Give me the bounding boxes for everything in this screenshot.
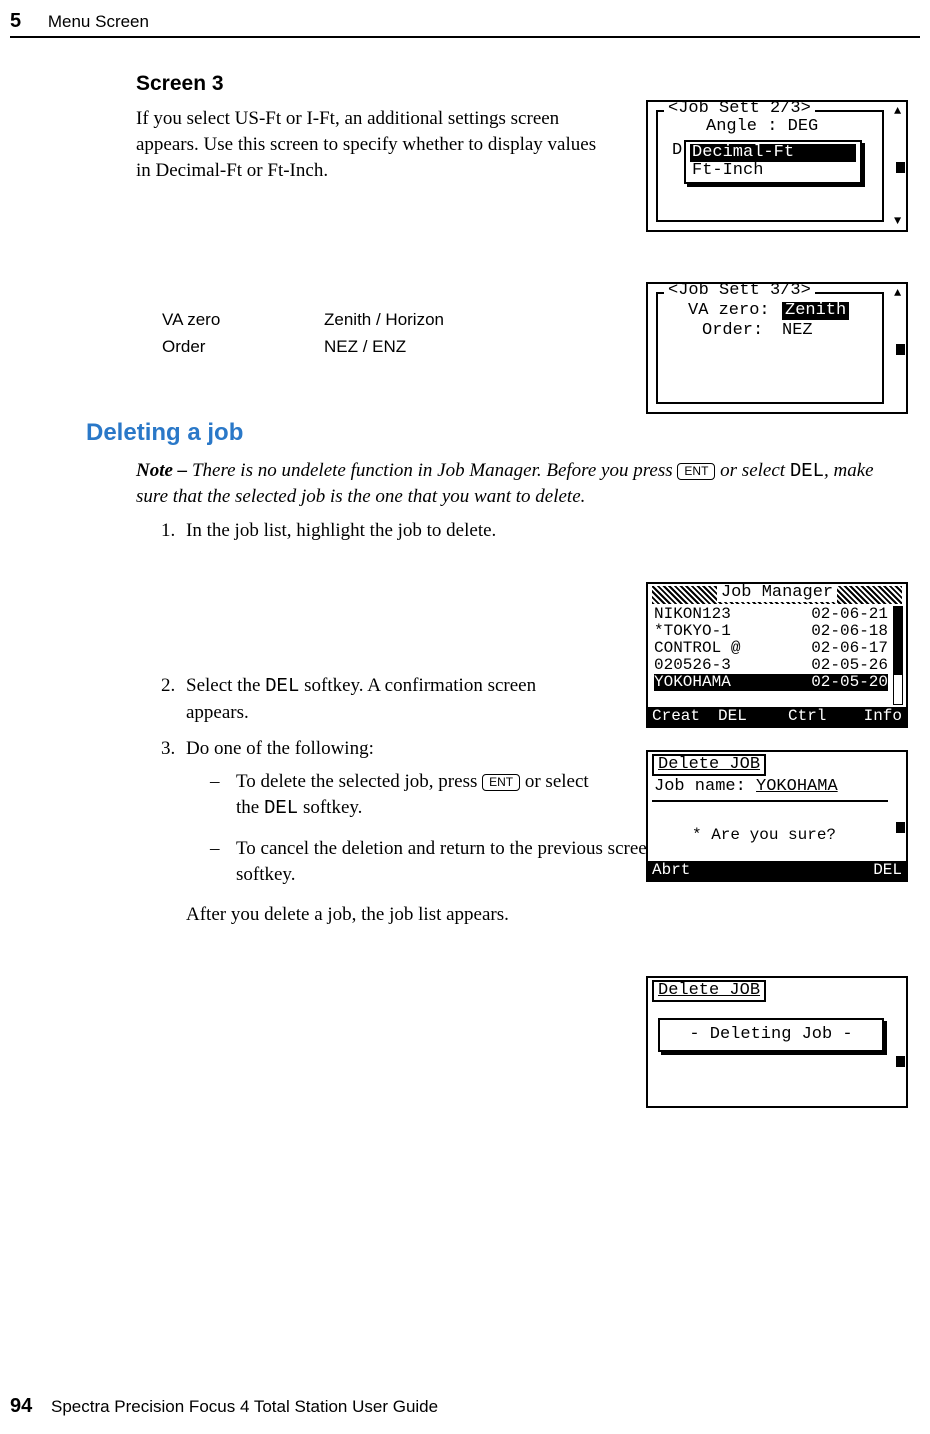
lock-icon xyxy=(896,822,905,833)
lcd3-title: Job Manager xyxy=(717,583,837,602)
lcd4-sure: * Are you sure? xyxy=(692,826,836,844)
lcd-job-sett-2: <Job Sett 2/3> Angle : DEG D Decimal-Ft … xyxy=(646,100,908,232)
lcd4-jobname: Job name: YOKOHAMA xyxy=(654,778,838,796)
soft-del: DEL xyxy=(718,707,747,725)
ent-key: ENT xyxy=(482,774,520,791)
lcd1-option-unselected: Ft-Inch xyxy=(690,162,856,180)
soft-creat: Creat xyxy=(652,707,700,725)
ent-key: ENT xyxy=(677,463,715,480)
lcd2-va-value: Zenith xyxy=(782,302,849,320)
scrollbar xyxy=(893,606,903,705)
lcd-delete-confirm: Delete JOB Job name: YOKOHAMA * Are you … xyxy=(646,750,908,882)
lock-icon xyxy=(896,162,905,173)
del-softkey-ref: DEL xyxy=(790,460,824,482)
d1-pre: To delete the selected job, press xyxy=(236,771,482,792)
job-row-selected: YOKOHAMA02-05-20 xyxy=(654,674,888,691)
main-content: Screen 3 If you select US-Ft or I-Ft, an… xyxy=(10,56,920,938)
job-row: NIKON12302-06-21 xyxy=(654,606,888,623)
step-1: In the job list, highlight the job to de… xyxy=(180,518,586,664)
settings-order-value: NEZ / ENZ xyxy=(324,334,456,361)
screen3-heading: Screen 3 xyxy=(136,70,920,98)
soft-info: Info xyxy=(864,707,902,725)
settings-order-label: Order xyxy=(162,334,324,361)
lcd-job-sett-3: <Job Sett 3/3> VA zero: Zenith Order: NE… xyxy=(646,282,908,414)
page-number: 94 xyxy=(10,1395,32,1417)
job-row: 020526-302-05-26 xyxy=(654,657,888,674)
step2-del: DEL xyxy=(265,675,299,697)
chapter-title: Menu Screen xyxy=(48,12,149,31)
lcd2-title: <Job Sett 3/3> xyxy=(664,282,815,300)
deleting-note: Note – There is no undelete function in … xyxy=(136,458,910,510)
divider xyxy=(652,800,888,802)
step1-text: In the job list, highlight the job to de… xyxy=(186,520,496,541)
lcd-job-manager: Job Manager NIKON12302-06-21 *TOKYO-102-… xyxy=(646,582,908,728)
down-arrow-icon: ▼ xyxy=(894,216,904,226)
lock-icon xyxy=(896,1056,905,1067)
up-arrow-icon: ▲ xyxy=(894,288,904,298)
note-pre: There is no undelete function in Job Man… xyxy=(192,460,677,481)
lcd3-job-list: NIKON12302-06-21 *TOKYO-102-06-18 CONTRO… xyxy=(654,606,888,691)
step2-pre: Select the xyxy=(186,675,265,696)
lcd4-title: Delete JOB xyxy=(652,754,766,776)
soft-del: DEL xyxy=(873,861,902,879)
soft-ctrl: Ctrl xyxy=(788,707,826,725)
after-delete-text: After you delete a job, the job list app… xyxy=(186,902,586,928)
note-bold: Note – xyxy=(136,460,192,481)
d2-pre: To cancel the deletion and return to the… xyxy=(236,838,710,859)
d1-del: DEL xyxy=(264,797,298,819)
chapter-number: 5 xyxy=(10,10,21,32)
job-row: *TOKYO-102-06-18 xyxy=(654,623,888,640)
settings-va-value: Zenith / Horizon xyxy=(324,307,456,334)
header-rule xyxy=(10,36,920,38)
note-mid: or select xyxy=(715,460,789,481)
lcd1-angle: Angle : DEG xyxy=(706,118,818,136)
d1-post: softkey. xyxy=(298,797,362,818)
lcd5-popup: - Deleting Job - xyxy=(658,1018,884,1052)
settings-table: VA zero Zenith / Horizon Order NEZ / ENZ xyxy=(162,307,456,361)
lock-icon xyxy=(896,344,905,355)
footer-title: Spectra Precision Focus 4 Total Station … xyxy=(51,1397,438,1416)
lcd1-d: D xyxy=(672,142,682,160)
d2-post: softkey. xyxy=(236,864,295,885)
lcd2-va-label: VA zero: xyxy=(688,302,770,320)
lcd1-option-selected: Decimal-Ft xyxy=(690,144,856,162)
up-arrow-icon: ▲ xyxy=(894,106,904,116)
step-2: Select the DEL softkey. A confirmation s… xyxy=(180,673,586,725)
lcd3-softkeys: Creat DEL Ctrl Info xyxy=(648,707,906,726)
soft-abrt: Abrt xyxy=(652,861,690,879)
lcd4-softkeys: Abrt DEL xyxy=(648,861,906,880)
deleting-heading: Deleting a job xyxy=(86,417,920,449)
job-row: CONTROL @02-06-17 xyxy=(654,640,888,657)
lcd-deleting-job: Delete JOB - Deleting Job - xyxy=(646,976,908,1108)
settings-va-label: VA zero xyxy=(162,307,324,334)
lcd1-popup: Decimal-Ft Ft-Inch xyxy=(684,140,862,184)
lcd5-title: Delete JOB xyxy=(652,980,766,1002)
step3-text: Do one of the following: xyxy=(186,738,374,759)
page-header: 5 Menu Screen xyxy=(10,8,920,35)
lcd1-title: <Job Sett 2/3> xyxy=(664,100,815,118)
screen3-para: If you select US-Ft or I-Ft, an addition… xyxy=(136,106,606,183)
option-delete: To delete the selected job, press ENT or… xyxy=(216,769,596,821)
lcd2-order-value: NEZ xyxy=(782,322,813,340)
page-footer: 94 Spectra Precision Focus 4 Total Stati… xyxy=(10,1393,438,1420)
lcd2-order-label: Order: xyxy=(702,322,763,340)
